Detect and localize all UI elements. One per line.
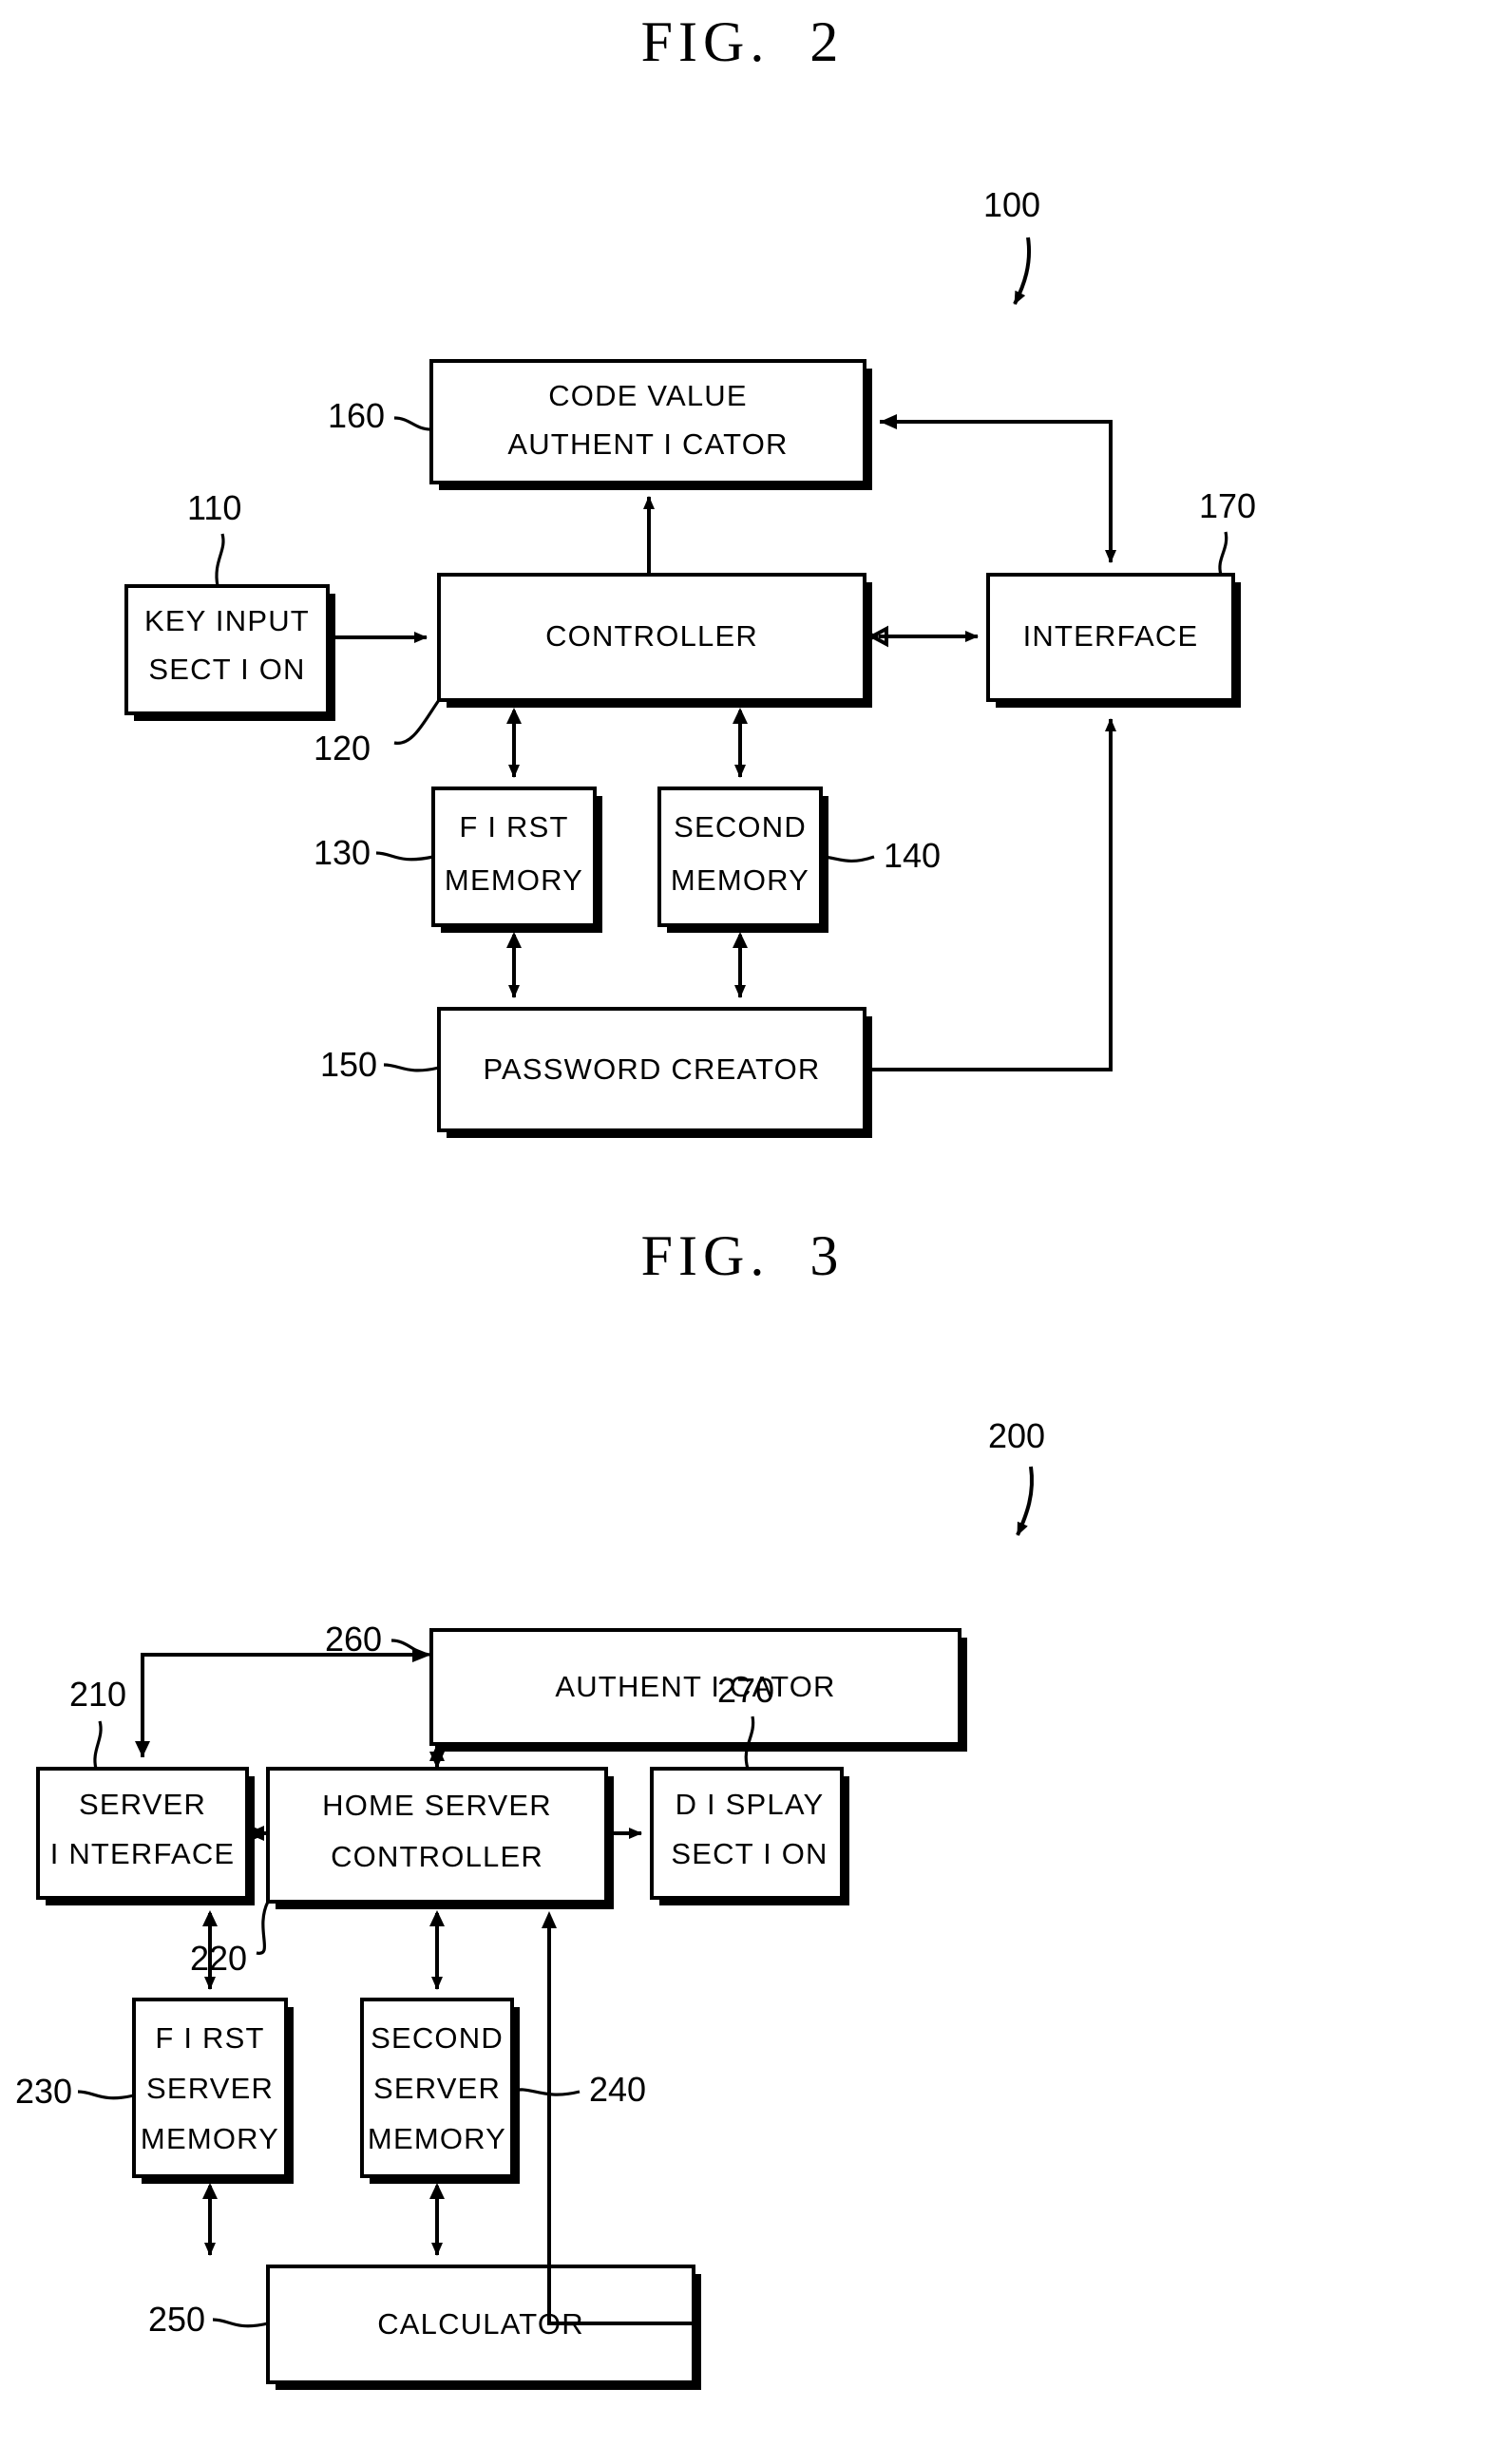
authenticator-label: AUTHENT I CATOR	[555, 1670, 835, 1703]
second-server-memory-label-line3: MEMORY	[368, 2122, 506, 2155]
interface-label: INTERFACE	[1023, 619, 1199, 653]
ref-160-leader	[393, 416, 432, 431]
conn-first-memory-up-arrowhead	[506, 708, 522, 724]
first-server-memory-label-line1: F I RST	[155, 2021, 264, 2055]
ref-230-leader	[77, 2090, 135, 2100]
conn-calc-fsm-up-arrowhead	[202, 2183, 218, 2199]
patent-drawing-sheet: FIG. 2 100 CODE VALUE AUTHENT I CATOR 16…	[0, 0, 1485, 2464]
conn-pc-second-up-arrowhead	[733, 932, 748, 948]
second-memory-label-line2: MEMORY	[671, 863, 809, 897]
figure-3-diagram: 200 AUTHENT I CATOR 260 SERVER I NTERFAC…	[15, 1416, 1045, 2390]
conn-password-creator-to-interface	[872, 718, 1116, 1071]
first-server-memory-label-line2: SERVER	[146, 2072, 274, 2105]
conn-ssm-up-arrowhead	[429, 1910, 445, 1926]
ref-270: 270	[717, 1671, 774, 1710]
key-input-section-label-line1: KEY INPUT	[144, 604, 310, 637]
code-value-authenticator-label-line2: AUTHENT I CATOR	[507, 427, 788, 461]
ref-110-leader	[215, 533, 225, 587]
first-memory-label-line1: F I RST	[459, 810, 568, 843]
first-memory-box[interactable]	[431, 787, 597, 927]
second-memory-label-line1: SECOND	[674, 810, 807, 843]
conn-server-interface-arrowhead	[135, 1741, 150, 1757]
controller-label: CONTROLLER	[545, 619, 758, 653]
password-creator-label: PASSWORD CREATOR	[483, 1052, 820, 1086]
conn-second-memory-up-arrowhead	[733, 708, 748, 724]
server-interface-label-line2: I NTERFACE	[50, 1837, 236, 1870]
conn-authenticator-arrowhead	[880, 414, 897, 429]
fig3-assembly-ref: 200	[988, 1416, 1045, 1455]
ref-110: 110	[187, 488, 241, 527]
ref-120-leader	[393, 699, 441, 745]
second-server-memory-label-line1: SECOND	[371, 2021, 504, 2055]
ref-210-leader	[93, 1720, 103, 1770]
first-memory-label-line2: MEMORY	[445, 863, 583, 897]
ref-120: 120	[314, 729, 371, 768]
ref-230: 230	[15, 2072, 72, 2111]
ref-130: 130	[314, 833, 371, 872]
fig3-assembly-arrow	[1016, 1466, 1034, 1536]
conn-calculator-hsc-arrowhead	[542, 1911, 557, 1928]
conn-calculator-to-hsc	[547, 1921, 701, 2325]
ref-130-leader	[375, 851, 434, 862]
code-value-authenticator-label-line1: CODE VALUE	[548, 379, 748, 412]
conn-authenticator-left-arrowhead	[412, 1647, 431, 1662]
ref-250: 250	[148, 2300, 205, 2339]
key-input-section-label-line2: SECT I ON	[148, 653, 305, 686]
fig2-assembly-arrow	[1013, 237, 1031, 305]
ref-150: 150	[320, 1045, 377, 1084]
first-server-memory-label-line3: MEMORY	[141, 2122, 279, 2155]
ref-250-leader	[212, 2318, 269, 2328]
ref-240-leader	[511, 2088, 581, 2096]
ref-220-leader	[256, 1901, 270, 1955]
fig2-assembly-ref: 100	[983, 185, 1040, 224]
ref-160: 160	[328, 396, 385, 435]
second-memory-box[interactable]	[657, 787, 823, 927]
home-server-controller-label-line1: HOME SERVER	[322, 1789, 552, 1822]
ref-170-leader	[1218, 531, 1228, 576]
conn-pc-first-up-arrowhead	[506, 932, 522, 948]
conn-interface-to-authenticator-route	[880, 420, 1116, 563]
ref-140: 140	[884, 836, 941, 875]
ref-170: 170	[1199, 486, 1256, 525]
ref-210: 210	[69, 1675, 126, 1714]
display-section-label-line1: D I SPLAY	[676, 1788, 825, 1821]
figure-2-diagram: 100 CODE VALUE AUTHENT I CATOR 160 KEY I…	[124, 185, 1256, 1138]
ref-150-leader	[383, 1063, 440, 1072]
second-server-memory-label-line2: SERVER	[373, 2072, 501, 2105]
ref-240: 240	[589, 2070, 646, 2109]
conn-server-interface-to-authenticator-route	[141, 1653, 413, 1757]
display-section-label-line2: SECT I ON	[671, 1837, 828, 1870]
ref-220: 220	[190, 1939, 247, 1978]
ref-260: 260	[325, 1620, 382, 1658]
home-server-controller-label-line2: CONTROLLER	[331, 1840, 543, 1873]
server-interface-label-line1: SERVER	[79, 1788, 206, 1821]
conn-calc-ssm-up-arrowhead	[429, 2183, 445, 2199]
conn-fsm-up-arrowhead	[202, 1910, 218, 1926]
ref-140-leader	[820, 855, 875, 862]
